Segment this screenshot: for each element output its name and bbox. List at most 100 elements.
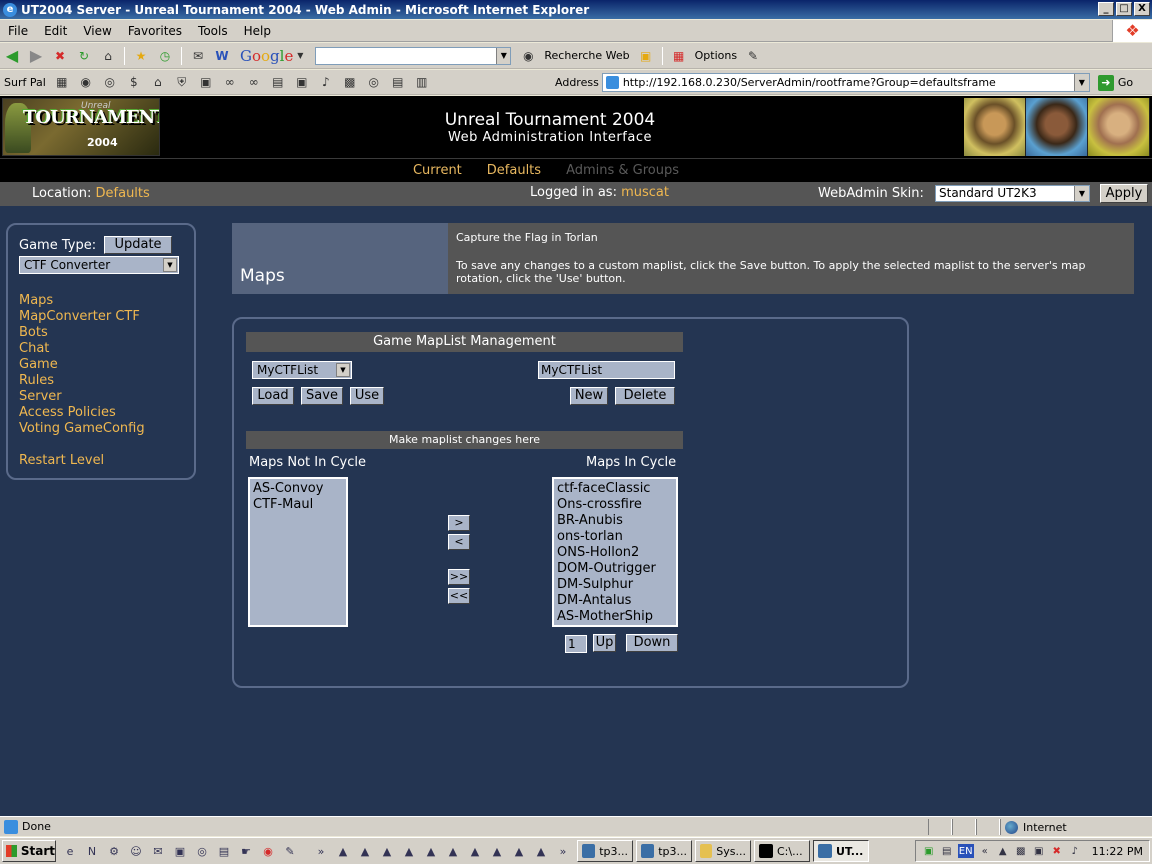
add-all-maps-button[interactable]: >> bbox=[448, 569, 470, 585]
shield-icon[interactable]: ⛨ bbox=[173, 73, 191, 91]
maximize-button[interactable]: □ bbox=[1116, 2, 1132, 16]
folder-star-icon[interactable]: ▣ bbox=[637, 47, 655, 65]
document-icon[interactable]: ▤ bbox=[389, 73, 407, 91]
sidebar-item-voting-gameconfig[interactable]: Voting GameConfig bbox=[19, 421, 145, 437]
quicklaunch-icon[interactable]: ▲ bbox=[423, 843, 439, 859]
list-item[interactable]: AS-MotherShip bbox=[557, 609, 673, 625]
sidebar-item-chat[interactable]: Chat bbox=[19, 341, 145, 357]
new-button[interactable]: New bbox=[570, 387, 608, 405]
window-icon[interactable]: ▣ bbox=[293, 73, 311, 91]
quicklaunch-icon[interactable]: ▲ bbox=[357, 843, 373, 859]
address-input[interactable]: http://192.168.0.230/ServerAdmin/rootfra… bbox=[601, 73, 1090, 92]
quicklaunch-icon[interactable]: ▲ bbox=[335, 843, 351, 859]
close-button[interactable]: X bbox=[1134, 2, 1150, 16]
pen-icon[interactable]: ✎ bbox=[744, 47, 762, 65]
google-search-input[interactable]: ▼ bbox=[315, 46, 512, 65]
window-title-bar[interactable]: e UT2004 Server - Unreal Tournament 2004… bbox=[0, 0, 1152, 19]
menu-file[interactable]: File bbox=[0, 24, 36, 38]
google-menu-chevron-icon[interactable]: ▼ bbox=[296, 47, 304, 65]
people-icon[interactable]: ☺ bbox=[128, 843, 144, 859]
list-item[interactable]: ONS-Hollon2 bbox=[557, 545, 673, 561]
forward-icon[interactable]: ▶ bbox=[27, 46, 45, 65]
refresh-icon[interactable]: ↻ bbox=[75, 47, 93, 65]
tray-app-icon[interactable]: ▤ bbox=[940, 844, 954, 858]
sidebar-item-bots[interactable]: Bots bbox=[19, 325, 145, 341]
update-button[interactable]: Update bbox=[104, 236, 172, 254]
taskbar-task[interactable]: C:\... bbox=[754, 840, 810, 862]
expand-chevron-icon[interactable]: « bbox=[978, 844, 992, 858]
tray-app-icon[interactable]: ▣ bbox=[922, 844, 936, 858]
sidebar-item-mapconverter-ctf[interactable]: MapConverter CTF bbox=[19, 309, 145, 325]
mail-icon[interactable]: ✉ bbox=[150, 843, 166, 859]
sidebar-item-game[interactable]: Game bbox=[19, 357, 145, 373]
favorites-star-icon[interactable]: ★ bbox=[132, 47, 150, 65]
tray-network-icon[interactable]: ▩ bbox=[1014, 844, 1028, 858]
tray-app-icon[interactable]: ✖ bbox=[1050, 844, 1064, 858]
options-button[interactable]: Options bbox=[695, 49, 737, 62]
maps-not-in-cycle-list[interactable]: AS-Convoy CTF-Maul bbox=[248, 477, 348, 627]
speaker-icon[interactable]: ♪ bbox=[317, 73, 335, 91]
menu-favorites[interactable]: Favorites bbox=[120, 24, 190, 38]
quicklaunch-icon[interactable]: ▲ bbox=[533, 843, 549, 859]
quicklaunch-icon[interactable]: ▲ bbox=[445, 843, 461, 859]
expand-chevron-icon[interactable]: » bbox=[313, 843, 329, 859]
netscape-icon[interactable]: N bbox=[84, 843, 100, 859]
grid-icon[interactable]: ▦ bbox=[53, 73, 71, 91]
skin-select[interactable]: Standard UT2K3 ▼ bbox=[935, 185, 1090, 202]
puzzle-icon[interactable]: ▣ bbox=[197, 73, 215, 91]
expand-chevron-icon[interactable]: » bbox=[555, 843, 571, 859]
maps-in-cycle-list[interactable]: ctf-faceClassic Ons-crossfire BR-Anubis … bbox=[552, 477, 678, 627]
sidebar-item-maps[interactable]: Maps bbox=[19, 293, 145, 309]
use-button[interactable]: Use bbox=[350, 387, 384, 405]
clock[interactable]: 11:22 PM bbox=[1092, 845, 1143, 858]
surf-pal-label[interactable]: Surf Pal bbox=[4, 76, 46, 89]
tools-icon[interactable]: ⚙ bbox=[106, 843, 122, 859]
quicklaunch-icon[interactable]: ▲ bbox=[489, 843, 505, 859]
go-button[interactable]: ➜ Go bbox=[1097, 74, 1133, 91]
monitor-icon[interactable]: ▩ bbox=[341, 73, 359, 91]
chevron-down-icon[interactable]: ▼ bbox=[163, 258, 177, 272]
quicklaunch-icon[interactable]: ▲ bbox=[511, 843, 527, 859]
nav-defaults[interactable]: Defaults bbox=[487, 163, 541, 178]
start-button[interactable]: Start bbox=[2, 840, 56, 862]
taskbar-task[interactable]: Sys... bbox=[695, 840, 751, 862]
pencil-icon[interactable]: ✎ bbox=[282, 843, 298, 859]
taskbar-task[interactable]: tp3... bbox=[577, 840, 633, 862]
stop-icon[interactable]: ✖ bbox=[51, 47, 69, 65]
dollar-icon[interactable]: $ bbox=[125, 73, 143, 91]
word-icon[interactable]: W bbox=[213, 47, 231, 65]
menu-tools[interactable]: Tools bbox=[190, 24, 236, 38]
quicklaunch-icon[interactable]: ▲ bbox=[379, 843, 395, 859]
ie-icon[interactable]: e bbox=[62, 843, 78, 859]
menu-edit[interactable]: Edit bbox=[36, 24, 75, 38]
remove-map-button[interactable]: < bbox=[448, 534, 470, 550]
load-button[interactable]: Load bbox=[252, 387, 294, 405]
back-icon[interactable]: ◀ bbox=[3, 46, 21, 65]
chrome-icon[interactable]: ◉ bbox=[260, 843, 276, 859]
list-item[interactable]: ons-torlan bbox=[557, 529, 673, 545]
tray-app-icon[interactable]: ▣ bbox=[1032, 844, 1046, 858]
list-item[interactable]: DOM-Outrigger bbox=[557, 561, 673, 577]
chevron-down-icon[interactable]: ▼ bbox=[496, 47, 511, 64]
taskbar-task[interactable]: tp3... bbox=[636, 840, 692, 862]
menu-view[interactable]: View bbox=[75, 24, 119, 38]
list-item[interactable]: Ons-crossfire bbox=[557, 497, 673, 513]
house-icon[interactable]: ⌂ bbox=[149, 73, 167, 91]
chevron-down-icon[interactable]: ▼ bbox=[1074, 186, 1089, 201]
remove-all-maps-button[interactable]: << bbox=[448, 588, 470, 604]
list-item[interactable]: BR-Anubis bbox=[557, 513, 673, 529]
mail-icon[interactable]: ✉ bbox=[189, 47, 207, 65]
list-item[interactable]: AS-Convoy bbox=[253, 481, 343, 497]
app-icon[interactable]: ▣ bbox=[172, 843, 188, 859]
chevron-down-icon[interactable]: ▼ bbox=[336, 363, 350, 377]
folder-icon[interactable]: ▤ bbox=[269, 73, 287, 91]
sidebar-item-rules[interactable]: Rules bbox=[19, 373, 145, 389]
tray-network-icon[interactable]: ▲ bbox=[996, 844, 1010, 858]
delete-button[interactable]: Delete bbox=[615, 387, 675, 405]
minimize-button[interactable]: _ bbox=[1098, 2, 1114, 16]
maplist-name-input[interactable]: MyCTFList bbox=[538, 361, 675, 379]
move-up-button[interactable]: Up bbox=[593, 634, 616, 652]
web-search-button[interactable]: Recherche Web bbox=[544, 49, 629, 62]
gun-icon[interactable]: ☛ bbox=[238, 843, 254, 859]
sidebar-item-access-policies[interactable]: Access Policies bbox=[19, 405, 145, 421]
